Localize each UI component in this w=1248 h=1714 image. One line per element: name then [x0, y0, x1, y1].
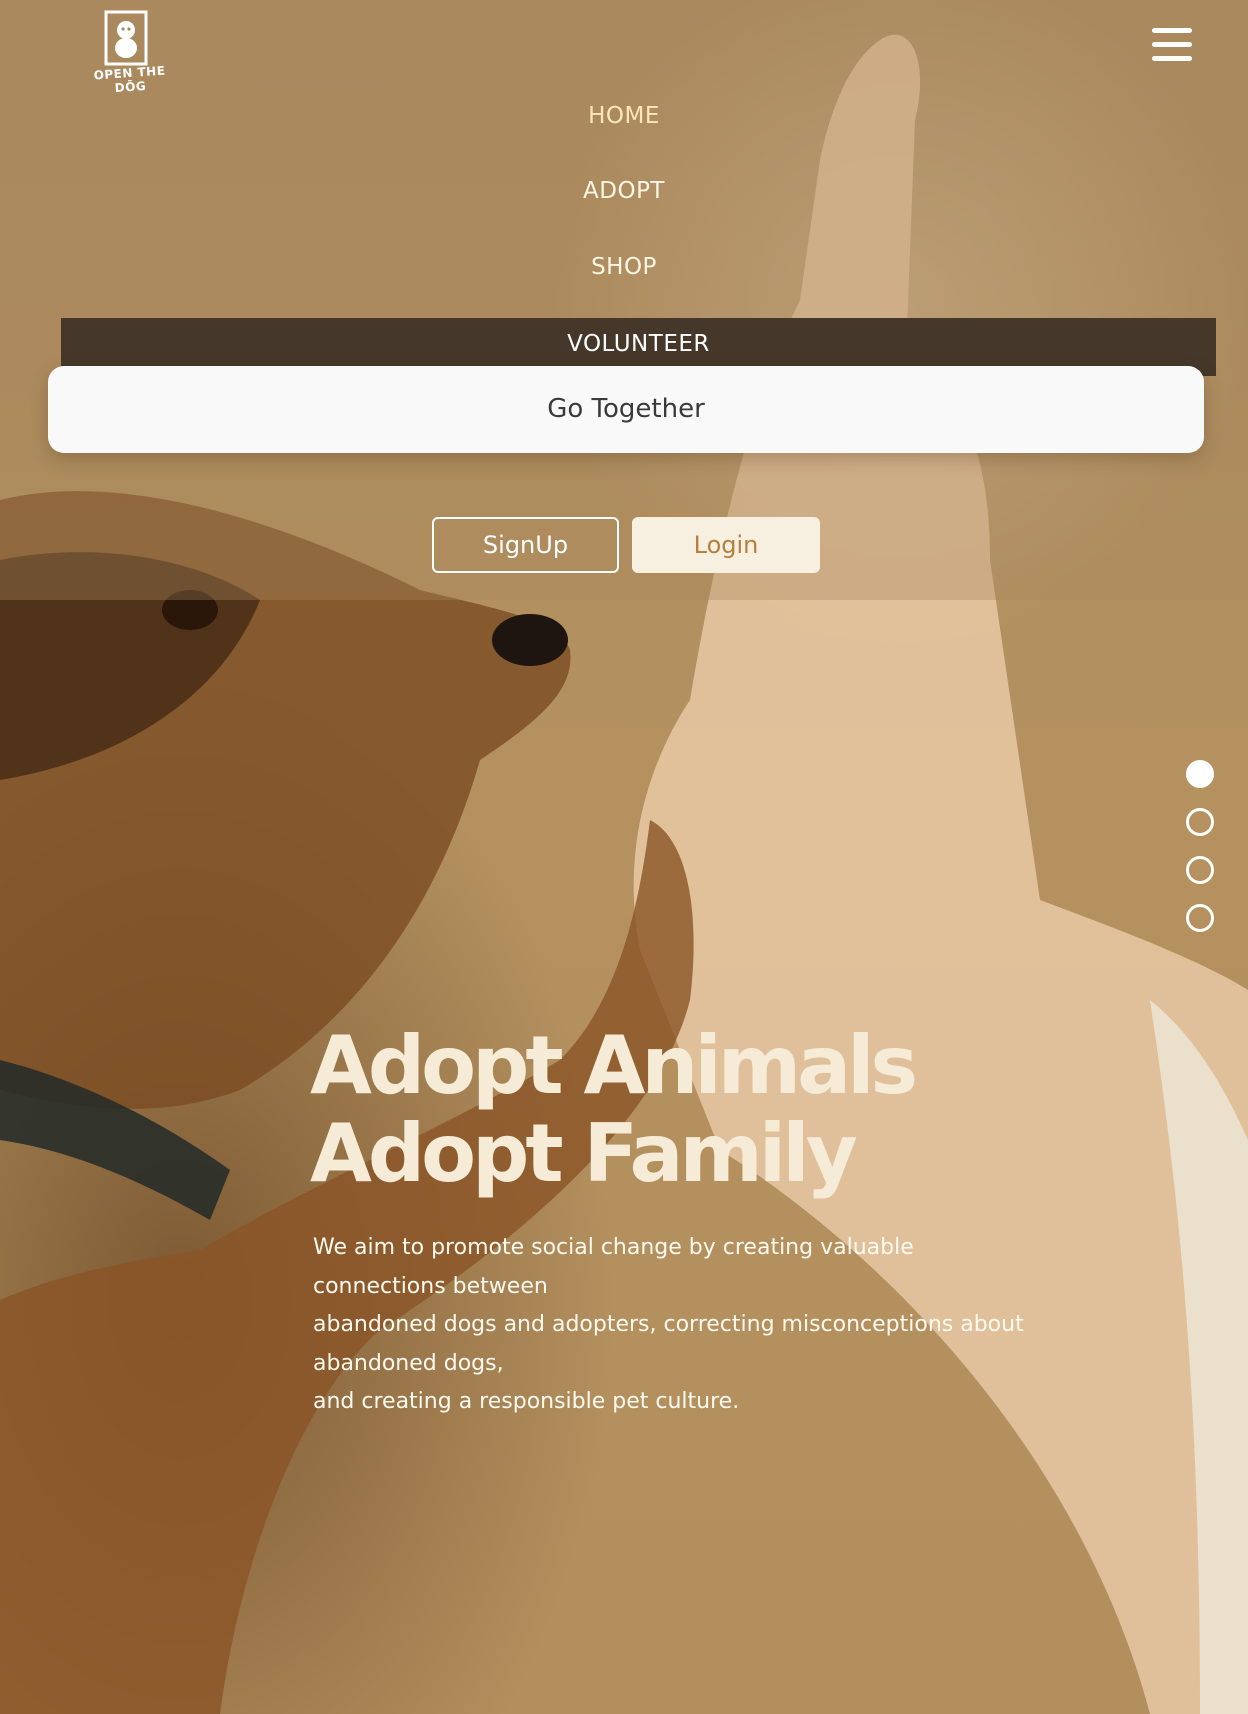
slider-pagination: [1186, 760, 1214, 952]
login-button[interactable]: Login: [632, 517, 820, 573]
nav-item-adopt[interactable]: ADOPT: [0, 178, 1248, 204]
hero-description-line-3: and creating a responsible pet culture.: [313, 1389, 740, 1414]
hamburger-line: [1152, 28, 1192, 33]
auth-buttons: SignUp Login: [432, 517, 820, 573]
slider-dot-3[interactable]: [1186, 856, 1214, 884]
brand-logo[interactable]: OPEN THE DŌG: [82, 10, 178, 95]
slider-dot-2[interactable]: [1186, 808, 1214, 836]
signup-button[interactable]: SignUp: [432, 517, 619, 573]
hero-title-line-1: Adopt Animals: [310, 1019, 918, 1112]
submenu-item-go-together[interactable]: Go Together: [48, 366, 1204, 453]
nav-item-volunteer-label: VOLUNTEER: [567, 331, 710, 357]
hamburger-menu-icon[interactable]: [1152, 28, 1192, 64]
hero-title-line-2: Adopt Family: [310, 1107, 858, 1200]
mobile-menu-panel: [0, 0, 1248, 600]
slider-dot-4[interactable]: [1186, 904, 1214, 932]
nav-item-shop[interactable]: SHOP: [0, 254, 1248, 280]
hero-description: We aim to promote social change by creat…: [313, 1229, 1033, 1422]
hero-description-line-2: abandoned dogs and adopters, correcting …: [313, 1312, 1024, 1376]
dog-door-logo-icon: [104, 10, 148, 66]
submenu-item-label: Go Together: [547, 394, 705, 424]
nav-item-home[interactable]: HOME: [0, 103, 1248, 129]
slider-dot-1[interactable]: [1186, 760, 1214, 788]
hero-title: Adopt Animals Adopt Family: [310, 1022, 1070, 1198]
hamburger-line: [1152, 56, 1192, 61]
hero-description-line-1: We aim to promote social change by creat…: [313, 1235, 914, 1299]
hamburger-line: [1152, 42, 1192, 47]
